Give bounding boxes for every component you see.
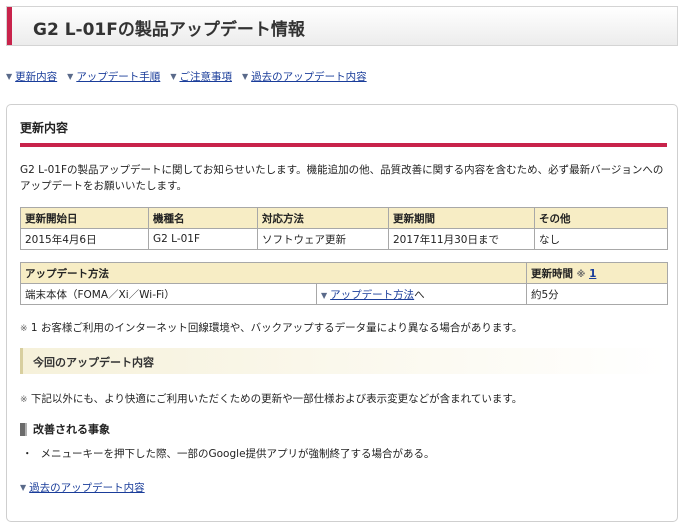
update-contents-panel: 更新内容 G2 L-01Fの製品アップデートに関してお知らせいたします。機能追加…	[6, 104, 678, 522]
footnote-link-1[interactable]: 1	[589, 268, 596, 280]
cell-method-link: ▼ アップデート方法へ	[316, 283, 527, 305]
cell-other: なし	[534, 228, 668, 250]
cell-update-time: 約5分	[526, 283, 668, 305]
section-heading: 更新内容	[20, 121, 69, 135]
triangle-down-icon: ▼	[20, 483, 27, 492]
header-method: 対応方法	[257, 207, 389, 229]
header-model: 機種名	[148, 207, 258, 229]
triangle-down-icon: ▼	[170, 71, 177, 81]
cell-period: 2017年11月30日まで	[388, 228, 535, 250]
nav-item-past-updates[interactable]: ▼ 過去のアップデート内容	[242, 69, 367, 83]
nav-link-notes[interactable]: ご注意事項	[179, 69, 232, 84]
header-other: その他	[534, 207, 668, 229]
cell-model: G2 L-01F	[148, 228, 258, 250]
improvements-heading: 改善される事象	[20, 421, 110, 437]
nav-link-update-steps[interactable]: アップデート手順	[76, 69, 160, 84]
update-method-table: アップデート方法 更新時間 ※ 1 端末本体（FOMA／Xi／Wi-Fi） ▼ ア…	[20, 262, 668, 305]
triangle-down-icon: ▼	[67, 71, 74, 81]
nav-item-notes[interactable]: ▼ ご注意事項	[170, 69, 232, 83]
cell-start-date: 2015年4月6日	[20, 228, 149, 250]
header-start-date: 更新開始日	[20, 207, 149, 229]
update-info-table: 更新開始日 機種名 対応方法 更新期間 その他 2015年4月6日 G2 L-0…	[20, 207, 668, 250]
table-header-row: アップデート方法 更新時間 ※ 1	[20, 262, 668, 284]
past-updates-link[interactable]: 過去のアップデート内容	[29, 480, 145, 495]
header-update-time: 更新時間 ※ 1	[526, 262, 668, 284]
update-note: ※ 下記以外にも、より快適にご利用いただくための更新や一部仕様および表示変更など…	[20, 393, 523, 405]
past-updates-link-row[interactable]: ▼ 過去のアップデート内容	[20, 480, 145, 495]
triangle-down-icon: ▼	[241, 71, 249, 81]
anchor-nav: ▼ 更新内容 ▼ アップデート手順 ▼ ご注意事項 ▼ 過去のアップデート内容	[6, 69, 377, 83]
footnote-1: ※ 1 お客様ご利用のインターネット回線環境や、バックアップするデータ量により異…	[20, 322, 523, 334]
note-mark: ※	[20, 324, 28, 334]
table-row: 2015年4月6日 G2 L-01F ソフトウェア更新 2017年11月30日ま…	[20, 228, 668, 250]
note-mark: ※	[20, 395, 28, 405]
nav-item-update-steps[interactable]: ▼ アップデート手順	[67, 69, 160, 83]
table-row: 端末本体（FOMA／Xi／Wi-Fi） ▼ アップデート方法へ 約5分	[20, 283, 668, 305]
page-header: G2 L-01Fの製品アップデート情報	[6, 6, 678, 46]
list-item: ・メニューキーを押下した際、一部のGoogle提供アプリが強制終了する場合がある…	[22, 448, 435, 460]
header-update-method: アップデート方法	[20, 262, 527, 284]
page-title: G2 L-01Fの製品アップデート情報	[33, 20, 305, 40]
cell-method: ソフトウェア更新	[257, 228, 389, 250]
sub-section-heading: 今回のアップデート内容	[20, 348, 668, 374]
nav-link-past-updates[interactable]: 過去のアップデート内容	[251, 69, 367, 84]
triangle-down-icon: ▼	[6, 71, 13, 81]
section-rule	[20, 143, 667, 147]
header-accent-bar	[7, 7, 12, 45]
bullet-icon: ・	[22, 448, 33, 460]
cell-device-method: 端末本体（FOMA／Xi／Wi-Fi）	[20, 283, 317, 305]
note-mark: ※	[576, 269, 586, 280]
heading-bar-icon	[20, 422, 27, 436]
table-header-row: 更新開始日 機種名 対応方法 更新期間 その他	[20, 207, 668, 229]
header-period: 更新期間	[388, 207, 535, 229]
triangle-down-icon: ▼	[321, 290, 328, 300]
nav-item-update-contents[interactable]: ▼ 更新内容	[6, 69, 57, 83]
update-method-link[interactable]: アップデート方法	[330, 289, 414, 301]
intro-text: G2 L-01Fの製品アップデートに関してお知らせいたします。機能追加の他、品質…	[20, 164, 664, 192]
nav-link-update-contents[interactable]: 更新内容	[15, 69, 57, 84]
